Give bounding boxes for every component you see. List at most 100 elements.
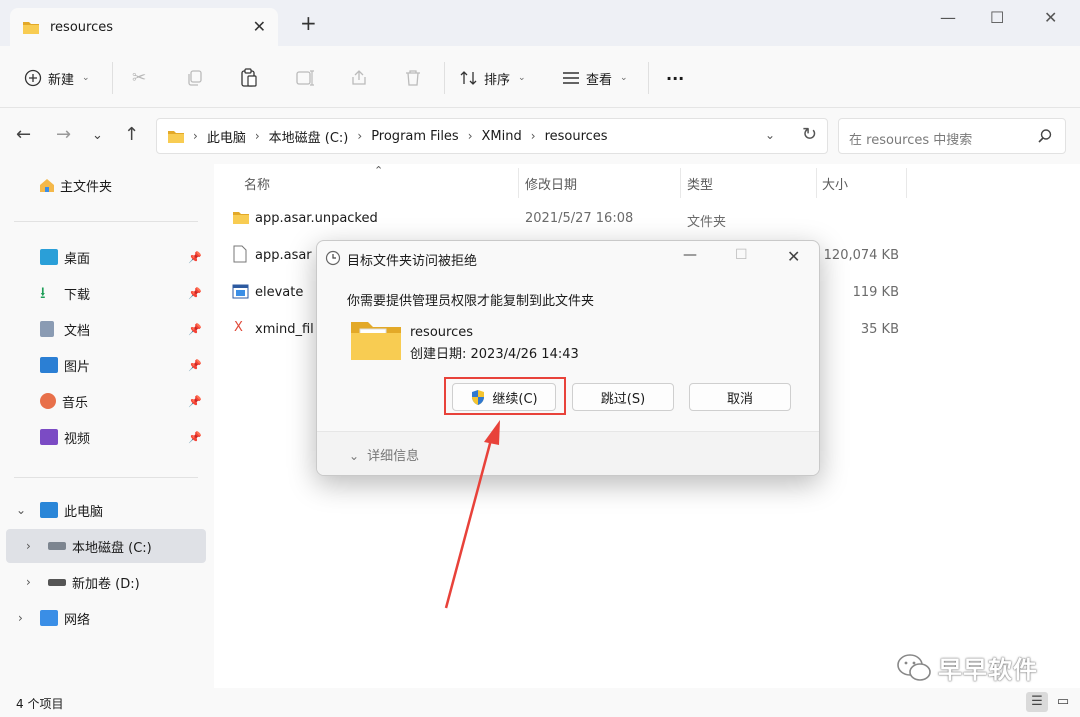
chevron-down-icon: ⌄ <box>82 73 90 83</box>
drive-icon <box>48 578 66 586</box>
share-button[interactable] <box>350 66 368 90</box>
paste-button[interactable] <box>240 66 258 90</box>
view-button[interactable]: 查看 ⌄ <box>562 66 628 90</box>
divider <box>14 221 198 222</box>
details-view-icon[interactable]: ☰ <box>1026 692 1048 712</box>
cancel-button[interactable]: 取消 <box>689 383 791 411</box>
cut-button[interactable]: ✂ <box>132 66 146 90</box>
wechat-logo-icon <box>897 653 931 681</box>
divider <box>648 62 649 94</box>
sidebar-item-desktop[interactable]: 桌面 📌 <box>0 240 214 274</box>
sidebar-item-home[interactable]: 主文件夹 <box>0 168 214 202</box>
details-toggle[interactable]: ⌄ 详细信息 <box>349 445 419 464</box>
column-header-size[interactable]: 大小 <box>822 174 848 193</box>
dialog-maximize-button[interactable]: ☐ <box>735 247 748 263</box>
sidebar-item-drive-c[interactable]: › 本地磁盘 (C:) <box>6 529 206 563</box>
breadcrumb-drive-c[interactable]: 本地磁盘 (C:) <box>269 127 349 146</box>
breadcrumb-chevron-icon: › <box>467 129 473 143</box>
column-header-name[interactable]: 名称 <box>244 174 270 193</box>
copy-button[interactable] <box>186 66 204 90</box>
pin-icon[interactable]: 📌 <box>188 323 202 336</box>
address-bar[interactable]: › 此电脑 › 本地磁盘 (C:) › Program Files › XMin… <box>156 118 828 154</box>
back-arrow-icon[interactable]: ← <box>16 124 31 145</box>
new-label: 新建 <box>48 72 75 88</box>
column-header-type[interactable]: 类型 <box>687 174 713 193</box>
up-arrow-icon[interactable]: ↑ <box>124 124 139 145</box>
sidebar-item-music[interactable]: 音乐 📌 <box>0 384 214 418</box>
cancel-label: 取消 <box>726 391 753 407</box>
divider <box>14 477 198 478</box>
pin-icon[interactable]: 📌 <box>188 431 202 444</box>
breadcrumb-xmind[interactable]: XMind <box>482 129 522 144</box>
expand-chevron-icon[interactable]: › <box>26 539 31 553</box>
sidebar-item-downloads[interactable]: ⭳ 下载 📌 <box>0 276 214 310</box>
pin-icon[interactable]: 📌 <box>188 395 202 408</box>
dialog-message: 你需要提供管理员权限才能复制到此文件夹 <box>347 294 595 309</box>
refresh-icon[interactable]: ↻ <box>802 124 817 145</box>
column-header-modified[interactable]: 修改日期 <box>525 174 577 193</box>
new-tab-button[interactable]: + <box>300 13 317 33</box>
maximize-button[interactable]: ☐ <box>990 8 1004 27</box>
file-name: app.asar.unpacked <box>255 211 378 226</box>
expand-chevron-icon[interactable]: › <box>18 611 23 625</box>
dialog-close-button[interactable]: ✕ <box>787 247 800 266</box>
large-folder-icon <box>351 322 401 360</box>
table-row[interactable]: app.asar.unpacked 2021/5/27 16:08 文件夹 <box>214 201 1080 237</box>
sidebar-item-drive-d[interactable]: › 新加卷 (D:) <box>0 565 214 599</box>
breadcrumb-this-pc[interactable]: 此电脑 <box>207 127 246 146</box>
rename-icon <box>296 70 314 86</box>
breadcrumb-chevron-icon: › <box>530 129 536 143</box>
sidebar-item-network[interactable]: › 网络 <box>0 601 214 635</box>
rename-button[interactable] <box>296 66 314 90</box>
column-divider[interactable] <box>518 168 519 198</box>
dialog-minimize-button[interactable]: — <box>683 247 697 263</box>
column-divider[interactable] <box>680 168 681 198</box>
sidebar-item-label: 网络 <box>64 612 91 628</box>
skip-button[interactable]: 跳过(S) <box>572 383 674 411</box>
share-icon <box>352 70 366 85</box>
picture-icon <box>40 357 58 373</box>
tab-resources[interactable]: resources ✕ <box>10 8 278 48</box>
sidebar-item-videos[interactable]: 视频 📌 <box>0 420 214 454</box>
delete-button[interactable] <box>404 66 422 90</box>
forward-arrow-icon[interactable]: → <box>56 124 71 145</box>
chevron-down-icon: ⌄ <box>518 73 526 83</box>
breadcrumb-program-files[interactable]: Program Files <box>371 129 459 144</box>
video-icon <box>40 429 58 445</box>
search-input[interactable]: 在 resources 中搜索 <box>838 118 1066 154</box>
collapse-chevron-icon[interactable]: ⌄ <box>16 503 26 517</box>
pin-icon[interactable]: 📌 <box>188 359 202 372</box>
column-divider[interactable] <box>816 168 817 198</box>
pin-icon[interactable]: 📌 <box>188 287 202 300</box>
search-placeholder: 在 resources 中搜索 <box>849 133 973 148</box>
watermark: 早早软件 <box>896 650 1038 685</box>
close-window-button[interactable]: ✕ <box>1044 8 1057 27</box>
drive-icon <box>48 542 66 550</box>
recent-chevron-icon[interactable]: ⌄ <box>92 128 103 143</box>
sidebar-item-label: 此电脑 <box>64 504 104 520</box>
folder-icon <box>23 22 39 34</box>
sort-button[interactable]: 排序 ⌄ <box>460 66 526 90</box>
dialog-footer: ⌄ 详细信息 <box>317 431 819 475</box>
sidebar-item-this-pc[interactable]: ⌄ 此电脑 <box>0 493 214 527</box>
expand-chevron-icon[interactable]: › <box>26 575 31 589</box>
tiles-view-icon[interactable]: ▭ <box>1052 692 1074 712</box>
xmind-file-icon: Ⅹ <box>234 320 243 335</box>
navigation-pane: 主文件夹 桌面 📌 ⭳ 下载 📌 文档 📌 图片 📌 音乐 📌 视频 📌 ⌄ 此… <box>0 164 214 688</box>
minimize-button[interactable]: — <box>940 8 956 27</box>
sort-label: 排序 <box>484 72 511 88</box>
scissors-icon: ✂ <box>132 68 147 88</box>
sidebar-item-label: 新加卷 (D:) <box>72 576 140 592</box>
column-divider[interactable] <box>906 168 907 198</box>
address-history-chevron-icon[interactable]: ⌄ <box>765 128 775 142</box>
sidebar-item-pictures[interactable]: 图片 📌 <box>0 348 214 382</box>
file-name: elevate <box>255 285 304 300</box>
new-button[interactable]: 新建 ⌄ <box>24 66 90 90</box>
clipboard-icon <box>241 68 257 87</box>
sidebar-item-label: 音乐 <box>62 395 89 411</box>
breadcrumb-resources[interactable]: resources <box>545 129 608 144</box>
close-tab-icon[interactable]: ✕ <box>253 17 266 36</box>
more-options-button[interactable]: ··· <box>666 66 684 90</box>
pin-icon[interactable]: 📌 <box>188 251 202 264</box>
sidebar-item-documents[interactable]: 文档 📌 <box>0 312 214 346</box>
